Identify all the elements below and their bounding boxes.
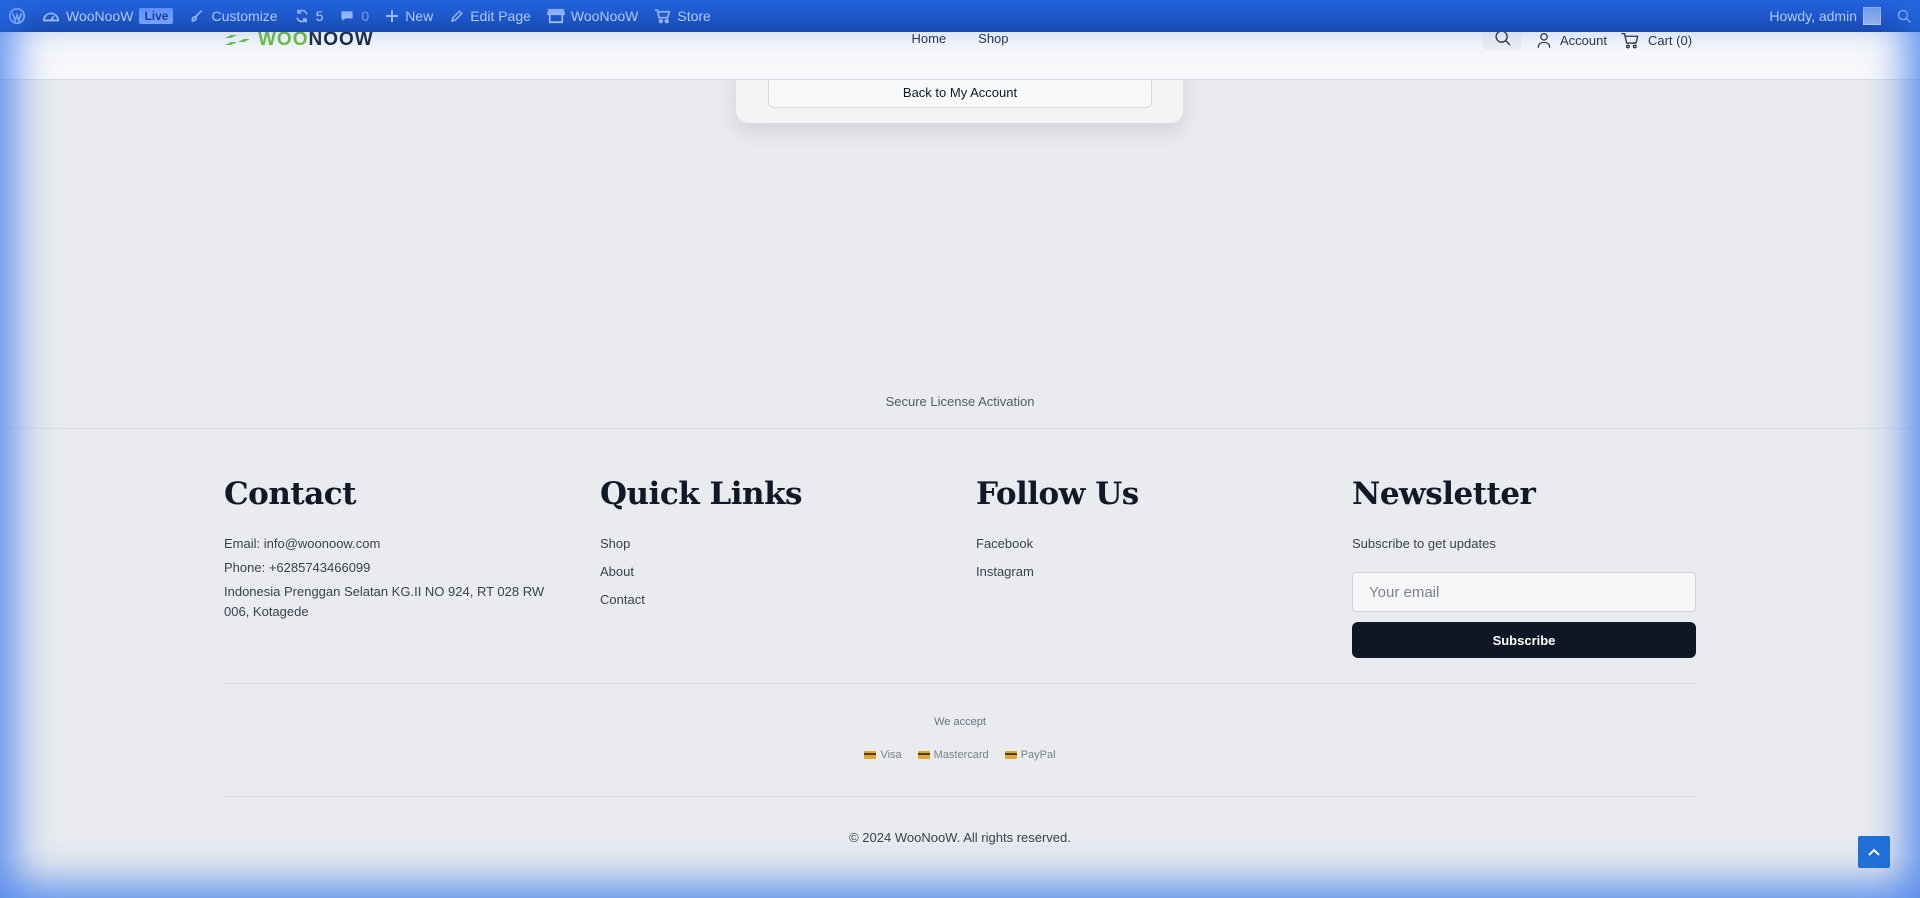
we-accept-label: We accept xyxy=(934,716,986,728)
site-header: WOONOOW Home Shop Account Cart (0) xyxy=(0,24,1920,80)
refresh-icon xyxy=(296,9,308,23)
footer-newsletter: Newsletter Subscribe to get updates Subs… xyxy=(1352,476,1696,658)
payment-methods: Visa Mastercard PayPal xyxy=(0,749,1920,761)
my-account-menu[interactable]: Howdy, admin xyxy=(1761,0,1889,32)
credit-card-icon xyxy=(1004,751,1017,759)
cart-link[interactable]: Cart (0) xyxy=(1621,32,1692,49)
payment-paypal: PayPal xyxy=(1004,749,1056,761)
subscribe-button[interactable]: Subscribe xyxy=(1352,622,1696,658)
howdy-text: Howdy, admin xyxy=(1769,8,1857,24)
footer-link-instagram[interactable]: Instagram xyxy=(976,562,1316,582)
comment-icon xyxy=(341,11,353,21)
footer-link-about[interactable]: About xyxy=(600,562,940,582)
payment-visa: Visa xyxy=(864,749,902,761)
footer-follow: Follow Us Facebook Instagram xyxy=(976,476,1316,590)
edit-page-link[interactable]: Edit Page xyxy=(441,0,539,32)
updates-count: 5 xyxy=(315,8,324,24)
store-link[interactable]: Store xyxy=(646,0,718,32)
woonoow-label: WooNooW xyxy=(570,8,639,24)
footer-link-contact[interactable]: Contact xyxy=(600,590,940,610)
back-to-account-button[interactable]: Back to My Account xyxy=(768,76,1152,108)
screen-glow xyxy=(0,0,1920,898)
secure-license-text: Secure License Activation xyxy=(885,394,1035,409)
comments-link[interactable]: 0 xyxy=(331,0,377,32)
footer-divider-top xyxy=(224,683,1696,684)
header-actions: Account Cart (0) xyxy=(1482,24,1692,50)
footer-divider-bottom xyxy=(224,796,1696,797)
copyright: © 2024 WooNooW. All rights reserved. xyxy=(849,830,1071,845)
credit-card-icon xyxy=(917,751,930,759)
chevron-up-icon xyxy=(1868,848,1880,856)
scroll-to-top-button[interactable] xyxy=(1858,836,1890,868)
account-link[interactable]: Account xyxy=(1536,32,1607,48)
woonoow-link[interactable]: WooNooW xyxy=(539,0,646,32)
plus-icon xyxy=(386,10,399,22)
customize-label: Customize xyxy=(211,8,278,24)
newsletter-email-input[interactable] xyxy=(1352,572,1696,612)
brush-icon xyxy=(191,9,203,22)
contact-address: Indonesia Prenggan Selatan KG.II NO 924,… xyxy=(224,584,545,619)
admin-search-button[interactable] xyxy=(1889,0,1920,32)
footer-contact: Contact Email: info@woonoow.com Phone: +… xyxy=(224,476,564,626)
credit-card-icon xyxy=(864,751,877,759)
cart-label: Cart (0) xyxy=(1647,32,1693,48)
store-label: Store xyxy=(677,8,711,24)
new-content-link[interactable]: New xyxy=(377,0,441,32)
payment-mastercard: Mastercard xyxy=(917,749,989,761)
contact-phone: Phone: +6285743466099 xyxy=(224,560,371,575)
newsletter-title: Newsletter xyxy=(1352,476,1536,512)
wordpress-icon xyxy=(8,7,26,25)
footer-quick-links: Quick Links Shop About Contact xyxy=(600,476,940,618)
newsletter-subtitle: Subscribe to get updates xyxy=(1352,536,1496,551)
live-badge: Live xyxy=(139,8,174,24)
nav-home[interactable]: Home xyxy=(911,32,946,48)
site-name: WooNooW xyxy=(66,8,134,24)
contact-title: Contact xyxy=(224,476,357,512)
follow-title: Follow Us xyxy=(976,476,1139,512)
cart-icon xyxy=(1621,32,1639,48)
wp-admin-bar: WooNooW Live Customize 5 0 New Edit Page… xyxy=(0,0,1920,32)
wordpress-logo-button[interactable] xyxy=(0,0,34,32)
quick-links-title: Quick Links xyxy=(600,476,803,512)
customize-link[interactable]: Customize xyxy=(181,0,285,32)
footer-link-facebook[interactable]: Facebook xyxy=(976,534,1316,554)
user-icon xyxy=(1537,32,1551,48)
search-icon xyxy=(1897,9,1912,23)
site-name-link[interactable]: WooNooW Live xyxy=(34,0,181,32)
pencil-icon xyxy=(451,9,464,22)
edit-page-label: Edit Page xyxy=(470,8,531,24)
dashboard-icon xyxy=(42,12,60,22)
cart-icon xyxy=(655,9,671,24)
footer-link-shop[interactable]: Shop xyxy=(600,534,940,554)
contact-email: Email: info@woonoow.com xyxy=(224,536,381,551)
storefront-icon xyxy=(546,8,565,24)
divider xyxy=(0,428,1920,429)
comments-count: 0 xyxy=(361,8,370,24)
new-label: New xyxy=(405,8,434,24)
nav-shop[interactable]: Shop xyxy=(978,32,1008,48)
account-label: Account xyxy=(1560,32,1607,48)
updates-link[interactable]: 5 xyxy=(286,0,332,32)
avatar xyxy=(1863,7,1881,25)
